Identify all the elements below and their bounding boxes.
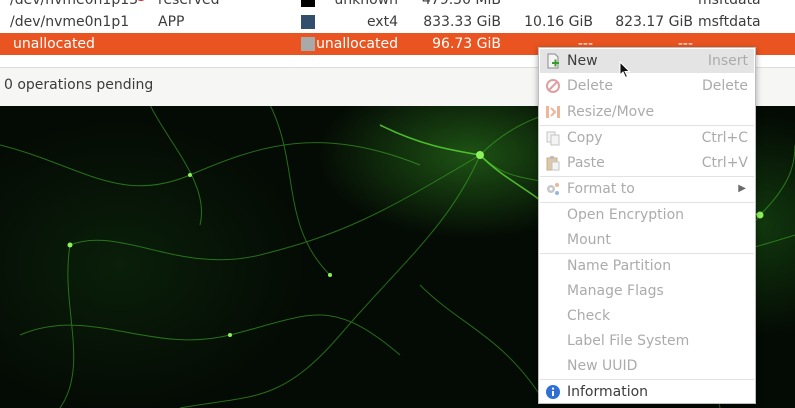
menu-item-label: Copy [567,130,603,146]
menu-item-information[interactable]: Information [540,380,754,404]
information-icon [546,385,560,399]
menu-item-new[interactable]: New Insert [540,49,754,73]
menu-item-label: Paste [567,155,605,171]
menu-item-mount[interactable]: Mount [540,228,754,252]
partition-row[interactable]: /dev/nvme0n1p1 APP ext4 833.33 GiB 10.16… [0,11,795,33]
new-partition-icon [547,53,559,69]
partition-unused: 823.17 GiB [615,14,693,30]
menu-item-label: Information [567,384,649,400]
menu-item-shortcut: Ctrl+C [701,130,748,146]
menu-item-open-encryption[interactable]: Open Encryption [540,203,754,227]
filesystem-color-swatch [301,15,315,29]
menu-item-label: Manage Flags [567,283,664,299]
format-icon [547,183,559,195]
menu-item-label: New UUID [567,358,638,374]
menu-item-label: New [567,53,598,69]
menu-item-manage-flags[interactable]: Manage Flags [540,279,754,303]
partition-filesystem: unallocated [316,36,398,52]
copy-icon [546,131,560,146]
menu-item-shortcut: Delete [702,78,748,94]
menu-item-format-to[interactable]: Format to ▶ [540,177,754,201]
menu-item-new-uuid[interactable]: New UUID [540,354,754,378]
partition-row[interactable]: /dev/nvme0n1p13 ! reserved unknown 479.5… [0,0,795,11]
partition-path: unallocated [13,36,95,52]
partition-flags: msftdata [698,14,761,30]
menu-item-shortcut: Insert [707,53,748,69]
menu-item-label: Label File System [567,333,690,349]
partition-size: 479.50 MiB [421,0,501,8]
menu-item-label: Format to [567,181,635,197]
partition-context-menu: New Insert Delete Delete Resize/Move Cop… [538,47,756,404]
filesystem-color-swatch [301,37,315,51]
operations-pending-label: 0 operations pending [4,77,154,93]
partition-size: 833.33 GiB [423,14,501,30]
menu-item-label: Resize/Move [567,104,655,120]
partition-size: 96.73 GiB [432,36,501,52]
menu-item-copy[interactable]: Copy Ctrl+C [540,126,754,150]
resize-icon [546,106,560,118]
menu-item-label: Mount [567,232,611,248]
menu-item-delete[interactable]: Delete Delete [540,74,754,98]
partition-filesystem: ext4 [366,14,398,30]
partition-filesystem: unknown [334,0,398,8]
submenu-arrow-icon: ▶ [738,183,746,194]
partition-flags: msftdata [698,0,761,8]
menu-item-resize-move[interactable]: Resize/Move [540,100,754,124]
menu-item-paste[interactable]: Paste Ctrl+V [540,151,754,175]
partition-name: reserved [158,0,220,8]
filesystem-color-swatch [301,0,315,7]
partition-path: /dev/nvme0n1p13 [10,0,139,8]
partition-path: /dev/nvme0n1p1 [10,14,130,30]
menu-item-shortcut: Ctrl+V [701,155,748,171]
menu-item-label: Open Encryption [567,207,685,223]
menu-item-label: Delete [567,78,613,94]
menu-item-check[interactable]: Check [540,304,754,328]
partition-used: 10.16 GiB [524,14,593,30]
menu-item-name-partition[interactable]: Name Partition [540,254,754,278]
delete-icon [546,79,560,93]
menu-item-label: Name Partition [567,258,672,274]
partition-name: APP [158,14,185,30]
paste-icon [546,156,560,171]
menu-item-label: Check [567,308,611,324]
menu-item-label-file-system[interactable]: Label File System [540,329,754,353]
mouse-pointer-icon [619,61,631,79]
